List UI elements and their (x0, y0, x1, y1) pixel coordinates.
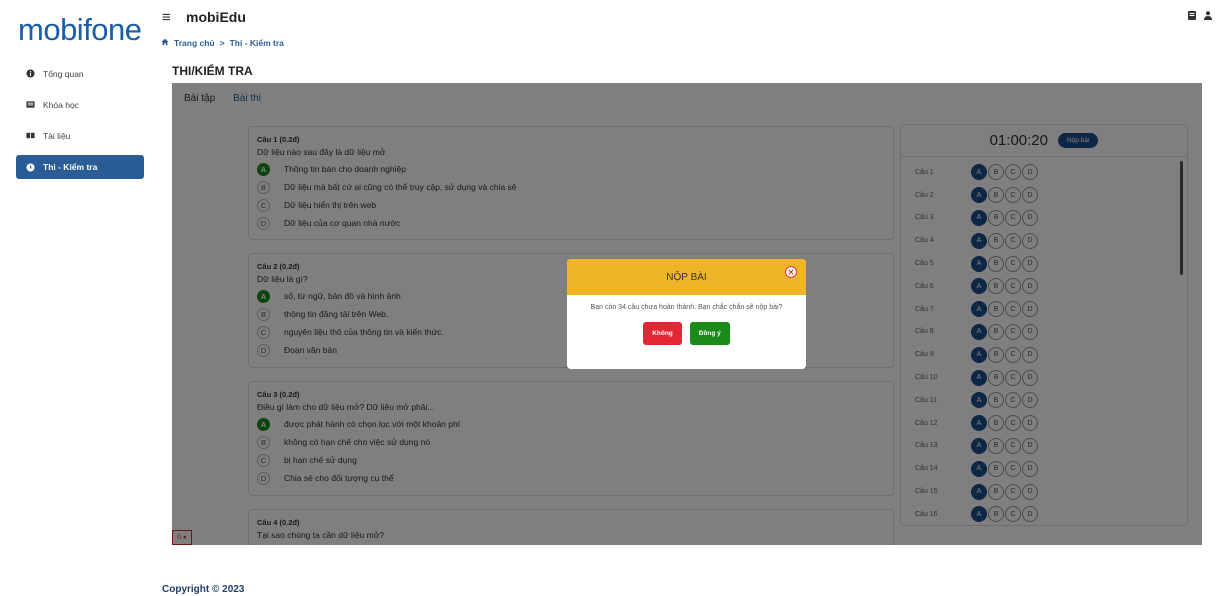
dialog-message: Bạn còn 34 câu chưa hoàn thành. Bạn chắc… (590, 304, 783, 311)
user-icon[interactable] (1204, 11, 1212, 20)
sidebar-item-documents[interactable]: Tài liệu (16, 124, 144, 147)
sidebar-item-label: Thi - Kiểm tra (43, 162, 98, 172)
dialog-header: NỘP BÀI ✕ (567, 259, 806, 295)
sidebar-item-overview[interactable]: Tổng quan (16, 62, 144, 85)
hamburger-menu-icon[interactable]: ≡ (162, 9, 171, 26)
top-header: ≡ mobiEdu Trang chủ > Thi - Kiểm tra (156, 0, 1224, 60)
header-actions (1188, 11, 1212, 20)
info-icon (26, 69, 35, 78)
sidebar: mobifone Tổng quan Khóa học Tài liệu Thi… (0, 0, 156, 596)
sidebar-item-label: Tài liệu (43, 130, 71, 141)
dialog-title: NỘP BÀI (666, 271, 707, 283)
sidebar-item-courses[interactable]: Khóa học (16, 93, 144, 116)
sidebar-item-label: Tổng quan (43, 68, 84, 79)
app-title: mobiEdu (186, 9, 246, 25)
confirm-button[interactable]: Đồng ý (689, 322, 730, 345)
submit-confirm-dialog: NỘP BÀI ✕ Bạn còn 34 câu chưa hoàn thành… (567, 259, 806, 369)
breadcrumb-home[interactable]: Trang chủ (174, 38, 215, 48)
home-icon (161, 38, 169, 48)
brand-logo[interactable]: mobifone (18, 12, 142, 48)
list-icon (26, 100, 35, 109)
sidebar-item-exams[interactable]: Thi - Kiểm tra (16, 155, 144, 179)
sidebar-item-label: Khóa học (43, 99, 79, 110)
book-open-icon (26, 131, 35, 140)
close-icon[interactable]: ✕ (785, 266, 797, 278)
page-title: THI/KIỂM TRA (172, 64, 253, 78)
breadcrumb-current: Thi - Kiểm tra (229, 38, 284, 48)
breadcrumb: Trang chủ > Thi - Kiểm tra (161, 38, 284, 48)
sidebar-nav: Tổng quan Khóa học Tài liệu Thi - Kiểm t… (16, 62, 144, 187)
footer-copyright: Copyright © 2023 (162, 584, 245, 595)
clock-icon (26, 162, 35, 172)
dialog-actions: Không Đồng ý (587, 322, 786, 345)
breadcrumb-separator: > (219, 38, 225, 48)
cancel-button[interactable]: Không (643, 322, 682, 345)
book-icon[interactable] (1188, 11, 1196, 20)
dialog-body: Bạn còn 34 câu chưa hoàn thành. Bạn chắc… (567, 295, 806, 345)
